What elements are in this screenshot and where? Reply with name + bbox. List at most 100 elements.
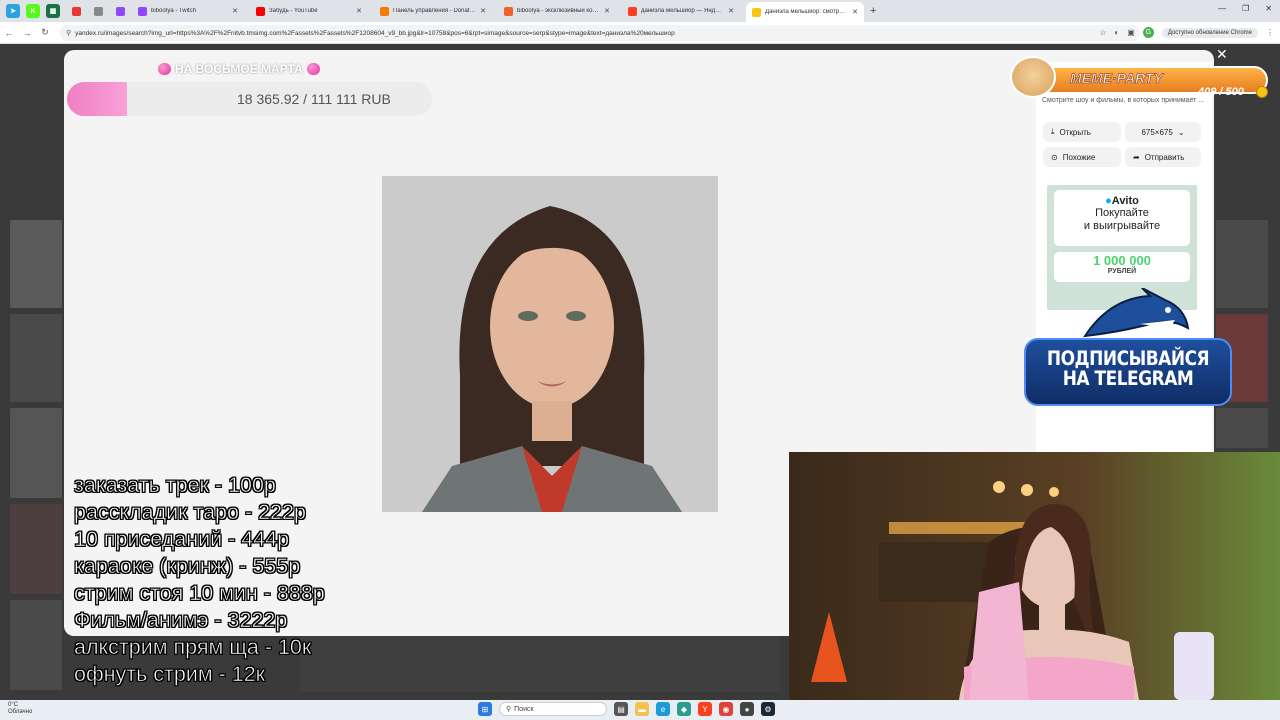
result-thumbnail[interactable] [10, 220, 62, 308]
tab-active[interactable]: Даниэла мельшиор: смотрите ... ✕ [746, 2, 864, 22]
app-icon[interactable]: ◆ [677, 702, 691, 716]
steam-icon[interactable]: ⚙ [761, 702, 775, 716]
result-strip[interactable] [300, 636, 780, 692]
reload-icon[interactable]: ↻ [36, 27, 54, 38]
yandex-icon[interactable]: Y [698, 702, 712, 716]
spreadsheet-icon[interactable]: ▦ [46, 4, 60, 18]
close-tab-icon[interactable]: ✕ [852, 8, 858, 16]
back-icon[interactable]: ← [0, 28, 18, 38]
extension-icon[interactable]: ◐ [1114, 28, 1119, 37]
tab[interactable]: даниэла мельшиор — Яндекс... ✕ [622, 2, 740, 20]
ad-prize: 1 000 000 РУБЛЕЙ [1054, 252, 1190, 282]
share-button[interactable]: ➦ Отправить [1125, 147, 1201, 167]
url-input[interactable]: ⚲ yandex.ru/images/search?img_url=https%… [60, 25, 1140, 41]
price-list-item: заказать трек - 100р [74, 473, 276, 498]
chrome-icon[interactable]: ◉ [719, 702, 733, 716]
avito-logo: ●Avito [1105, 195, 1139, 207]
coin-icon [1256, 86, 1268, 98]
ad-headline-2: и выигрывайте [1083, 220, 1161, 232]
similar-label: Похожие [1062, 152, 1096, 162]
url-text: yandex.ru/images/search?img_url=https%3A… [75, 29, 675, 37]
size-select[interactable]: 675×675 ⌄ [1125, 122, 1201, 142]
taskbar-search[interactable]: ⚲ Поиск [499, 702, 607, 716]
result-thumbnail[interactable] [10, 408, 62, 498]
result-thumbnail[interactable] [10, 600, 62, 690]
minimize-icon[interactable]: — [1218, 4, 1226, 13]
close-tab-icon[interactable]: ✕ [480, 7, 486, 15]
result-thumbnail[interactable] [1216, 408, 1268, 448]
tab-label: даниэла мельшиор — Яндекс... [641, 8, 725, 14]
site-info-icon[interactable]: ⚲ [66, 29, 71, 37]
telegram-icon[interactable]: ➤ [6, 4, 20, 18]
ad-amount: 1 000 000 [1093, 253, 1151, 268]
taskbar-search-label: Поиск [514, 705, 534, 713]
profile-avatar[interactable]: G [1142, 27, 1154, 38]
boosty-icon [504, 6, 513, 16]
yandex-icon [628, 6, 637, 16]
tab[interactable] [66, 2, 82, 20]
bookmark-star-icon[interactable]: ☆ [1099, 28, 1106, 37]
price-list-item: офнуть стрим - 12к [74, 662, 266, 687]
task-view-icon[interactable]: ▤ [614, 702, 628, 716]
image-description[interactable]: Смотрите шоу и фильмы, в которых принима… [1042, 97, 1208, 104]
camera-search-icon: ⊙ [1051, 152, 1058, 162]
edge-icon[interactable]: e [656, 702, 670, 716]
forward-icon[interactable]: → [18, 28, 36, 38]
similar-button[interactable]: ⊙ Похожие [1043, 147, 1121, 167]
yandex-images-icon [752, 7, 761, 17]
tab[interactable]: bibooIya - эксклюзивный конте... ✕ [498, 2, 616, 20]
portrait-photo [382, 176, 718, 512]
tab[interactable]: Панель управления - DonationAl... ✕ [374, 2, 492, 20]
twitch-icon [116, 6, 125, 16]
price-list-item: расскладик таро - 222р [74, 500, 307, 525]
tab[interactable]: Забудь - YouTube ✕ [250, 2, 368, 20]
chevron-down-icon: ⌄ [1177, 127, 1185, 137]
tab[interactable]: bibooIya - Twitch ✕ [132, 2, 244, 20]
close-tab-icon[interactable]: ✕ [728, 7, 734, 15]
tab-label: Панель управления - DonationAl... [393, 8, 476, 14]
goal-progress-fill [67, 82, 128, 116]
kick-icon[interactable]: K [26, 4, 40, 18]
tab[interactable] [110, 2, 126, 20]
goal-title-text: НА ВОСЬМОЕ МАРТА [175, 62, 303, 76]
open-label: Открыть [1059, 127, 1091, 137]
twitch-icon [138, 6, 147, 16]
address-bar: ← → ↻ ⚲ yandex.ru/images/search?img_url=… [0, 22, 1280, 44]
speaker-icon [94, 6, 103, 16]
result-thumbnail[interactable] [10, 314, 62, 402]
new-tab-button[interactable]: + [870, 5, 876, 17]
price-list-item: алкстрим прям ща - 10к [74, 635, 312, 660]
tab[interactable] [88, 2, 104, 20]
meme-party-value: 409 / 500 [1198, 86, 1244, 98]
open-button[interactable]: ⤓ Открыть [1043, 122, 1121, 142]
price-list-item: 10 приседаний - 444р [74, 527, 290, 552]
youtube-icon [256, 6, 265, 16]
ad-amount-unit: РУБЛЕЙ [1107, 268, 1137, 275]
file-explorer-icon[interactable]: ▬ [635, 702, 649, 716]
close-tab-icon[interactable]: ✕ [356, 7, 362, 15]
update-chrome-button[interactable]: Доступно обновление Chrome [1161, 27, 1258, 38]
preview-image[interactable] [382, 176, 718, 512]
share-label: Отправить [1144, 152, 1185, 162]
meme-party-widget: MEME·PARTY 409 / 500 [1010, 56, 1268, 98]
tab-label: bibooIya - Twitch [151, 8, 196, 14]
download-icon: ⤓ [1051, 127, 1055, 136]
close-tab-icon[interactable]: ✕ [604, 7, 610, 15]
obs-icon[interactable]: ● [740, 702, 754, 716]
result-thumbnail[interactable] [1216, 220, 1268, 308]
start-icon[interactable]: ⊞ [478, 702, 492, 716]
heart-icon [306, 63, 320, 75]
menu-kebab-icon[interactable]: ⋮ [1266, 28, 1274, 37]
tab-label: bibooIya - эксклюзивный конте... [517, 8, 601, 14]
donation-goal-title: НА ВОСЬМОЕ МАРТА [158, 62, 320, 76]
maximize-icon[interactable]: ❐ [1242, 4, 1249, 13]
ad-card: ●Avito Покупайте и выигрывайте [1054, 190, 1190, 246]
close-tab-icon[interactable]: ✕ [232, 7, 238, 15]
result-thumbnail[interactable] [10, 504, 62, 594]
weather-widget[interactable]: 0°C Облачно [8, 702, 32, 716]
taskbar-apps: ⊞ ⚲ Поиск ▤ ▬ e ◆ Y ◉ ● ⚙ [478, 702, 775, 716]
extensions-puzzle-icon[interactable]: ▣ [1127, 28, 1135, 37]
close-window-icon[interactable]: ✕ [1265, 4, 1272, 13]
goal-amount: 18 365.92 / 111 111 RUB [237, 91, 391, 107]
price-list-item: Фильм/анимэ - 3222р [74, 608, 288, 633]
